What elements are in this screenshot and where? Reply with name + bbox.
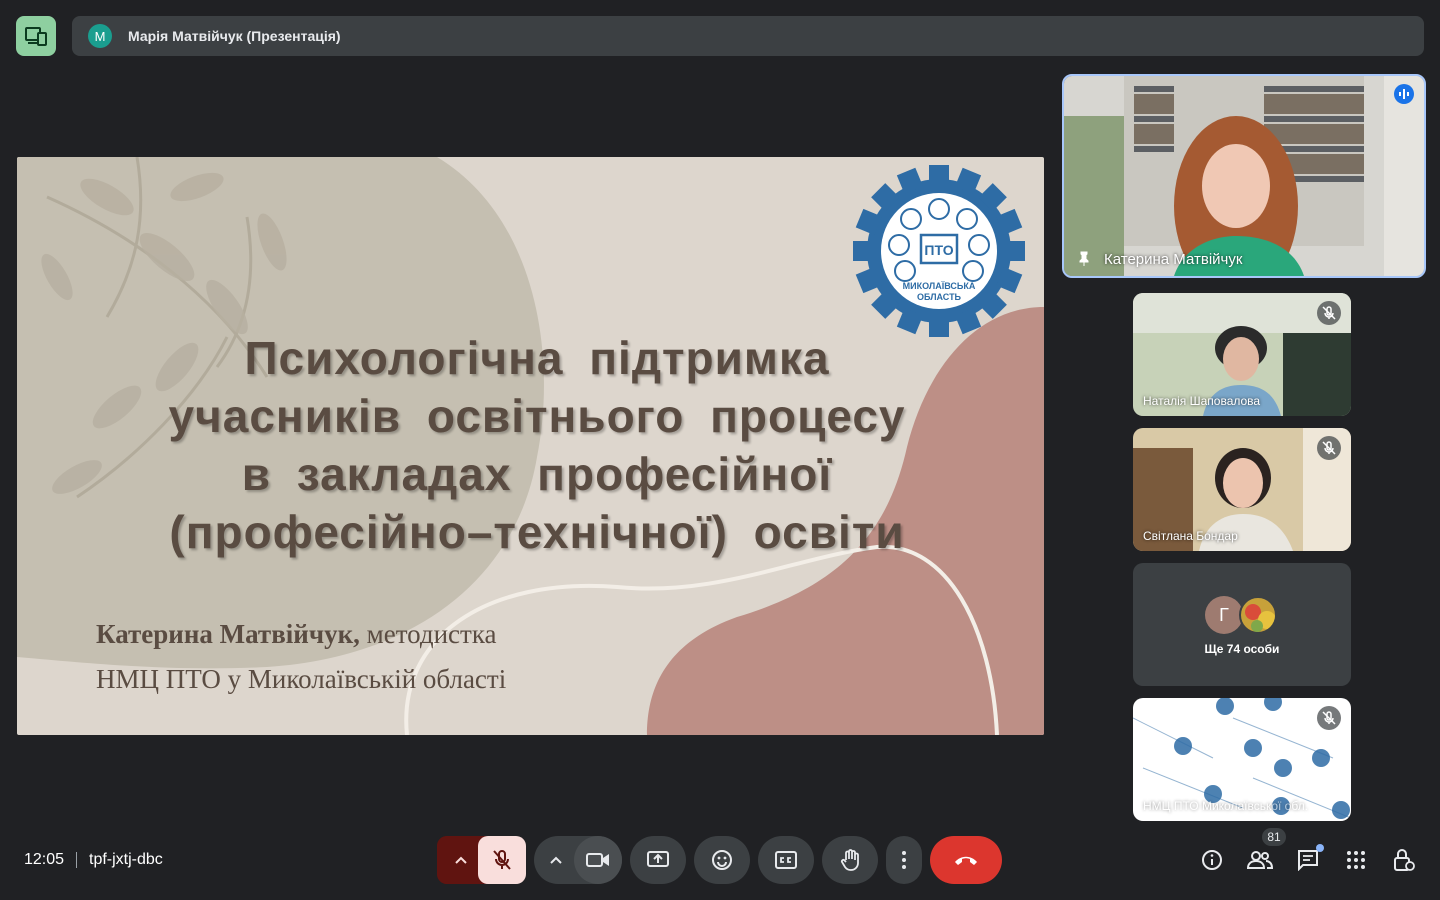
meeting-clock: 12:05 (24, 851, 65, 868)
hand-icon (840, 849, 859, 871)
raise-hand-button[interactable] (822, 836, 878, 884)
closed-captions-icon (775, 851, 797, 869)
slide-title-line: учасників освітнього процесу (168, 390, 906, 442)
participant-name: Катерина Матвійчук (1104, 251, 1243, 268)
leave-call-button[interactable] (930, 836, 1002, 884)
participant-name: Світлана Бондар (1143, 529, 1238, 543)
logo-center-text: ПТО (924, 242, 953, 258)
captions-button[interactable] (758, 836, 814, 884)
participant-avatar: Г (1205, 596, 1243, 634)
more-participants-label: Ще 74 особи (1204, 642, 1280, 656)
video-camera-icon (586, 853, 609, 867)
mic-off-icon (1317, 436, 1341, 460)
activities-button[interactable] (1342, 846, 1370, 874)
reactions-button[interactable] (694, 836, 750, 884)
slide-organization: НМЦ ПТО у Миколаївській області (96, 664, 507, 694)
author-role: методистка (359, 619, 497, 649)
present-screen-icon (647, 851, 669, 867)
info-icon (1202, 850, 1222, 870)
host-controls-button[interactable] (1390, 846, 1418, 874)
pto-logo: ПТО МИКОЛАЇВСЬКА ОБЛАСТЬ (853, 165, 1025, 337)
presenter-avatar: M (88, 24, 112, 48)
mic-off-icon (1317, 706, 1341, 730)
presentation-banner[interactable]: M Марія Матвійчук (Презентація) (72, 16, 1424, 56)
video-options-button[interactable] (534, 836, 578, 884)
divider (76, 852, 77, 868)
chevron-up-icon (550, 856, 562, 864)
speaking-indicator-icon (1394, 84, 1414, 104)
meeting-code: tpf-jxtj-dbc (89, 851, 163, 868)
slide-title-line: в закладах професійної (241, 448, 833, 500)
participant-tile[interactable]: Наталія Шаповалова (1133, 293, 1351, 416)
mic-off-icon (493, 850, 511, 870)
people-button[interactable] (1246, 846, 1274, 874)
apps-grid-icon (1347, 851, 1365, 869)
logo-caption-1: МИКОЛАЇВСЬКА (903, 281, 976, 291)
participant-tile-main[interactable]: Катерина Матвійчук (1062, 74, 1426, 278)
slide-title: Психологічна підтримка учасників освітнь… (57, 329, 1017, 561)
slide-author: Катерина Матвійчук, методистка (96, 619, 497, 650)
presentation-slide: ПТО МИКОЛАЇВСЬКА ОБЛАСТЬ Психологічна пі… (17, 157, 1044, 735)
devices-icon (25, 27, 47, 46)
chat-icon (1298, 850, 1318, 871)
lock-person-icon (1394, 849, 1415, 871)
slide-title-line: Психологічна підтримка (244, 332, 830, 384)
logo-caption-2: ОБЛАСТЬ (917, 292, 962, 302)
chevron-up-icon (455, 856, 467, 864)
presenter-label: Марія Матвійчук (Презентація) (128, 28, 341, 44)
slide-title-line: (професійно–технічної) освіти (169, 506, 905, 558)
chat-button[interactable] (1294, 844, 1324, 874)
more-participants-tile[interactable]: Г Ще 74 особи (1133, 563, 1351, 686)
mic-off-icon (1317, 301, 1341, 325)
participant-avatar-photo (1239, 596, 1277, 634)
more-vert-icon (902, 851, 906, 869)
emoji-icon (712, 850, 732, 870)
unread-dot (1316, 844, 1324, 852)
devices-button[interactable] (16, 16, 56, 56)
participant-tile[interactable]: НМЦ ПТО Миколаївської обл. (1133, 698, 1351, 821)
camera-toggle-button[interactable] (574, 836, 622, 884)
more-options-button[interactable] (886, 836, 922, 884)
microphone-toggle-button[interactable] (478, 836, 526, 884)
video-feed (1064, 76, 1424, 276)
author-name: Катерина Матвійчук, (96, 619, 360, 649)
participant-tile[interactable]: Світлана Бондар (1133, 428, 1351, 551)
people-icon (1247, 851, 1273, 869)
participant-name: НМЦ ПТО Миколаївської обл. (1143, 799, 1309, 813)
call-end-icon (955, 856, 977, 865)
participant-name: Наталія Шаповалова (1143, 394, 1261, 408)
meeting-details-button[interactable] (1198, 846, 1226, 874)
present-screen-button[interactable] (630, 836, 686, 884)
pin-icon[interactable] (1076, 250, 1092, 266)
participant-count-badge: 81 (1262, 828, 1286, 846)
